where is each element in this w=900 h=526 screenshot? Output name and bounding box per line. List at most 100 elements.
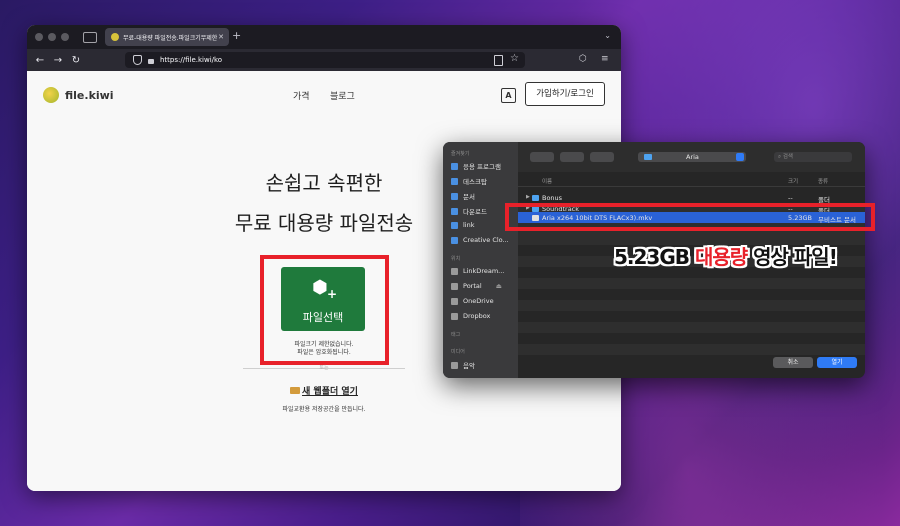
sidebar-item-dropbox[interactable]: Dropbox — [451, 312, 490, 320]
kiwi-favicon-icon — [111, 33, 119, 41]
select-file-button[interactable]: ⬢ + 파일선택 — [281, 267, 365, 331]
new-tab-icon[interactable]: + — [232, 29, 241, 42]
new-folder-note: 파일교환용 저장공간을 만듭니다. — [282, 406, 366, 413]
sidebar-section-favorites: 즐겨찾기 — [451, 151, 470, 157]
sidebar-item-onedrive[interactable]: OneDrive — [451, 297, 494, 305]
new-folder-label[interactable]: 새 웹폴더 열기 — [302, 387, 358, 397]
eject-icon[interactable]: ⏏ — [496, 282, 502, 290]
sidebar-item-downloads[interactable]: 다운로드 — [451, 206, 487, 216]
sidebar-section-tags: 태그 — [451, 332, 461, 338]
new-web-folder-link[interactable]: 새 웹폴더 열기 — [27, 384, 621, 397]
minimize-window-button[interactable] — [48, 33, 56, 41]
close-tab-icon[interactable]: ✕ — [218, 33, 224, 41]
sidebar-item-portal[interactable]: Portal ⏏ — [451, 282, 502, 290]
logo-text: file.kiwi — [65, 88, 114, 102]
reload-icon[interactable]: ↻ — [71, 55, 81, 66]
music-icon — [451, 361, 458, 369]
document-icon — [451, 192, 458, 200]
document-icon — [451, 236, 458, 244]
finder-sidebar: 즐겨찾기 응용 프로그램 데스크탑 문서 다운로드 link Creative … — [443, 142, 518, 378]
sidebar-item-label: 다운로드 — [463, 208, 487, 216]
path-popup[interactable]: Aria — [638, 152, 746, 162]
sidebar-item-creative-cloud[interactable]: Creative Clo... — [451, 236, 509, 244]
sidebar-item-music[interactable]: 음악 — [451, 360, 475, 370]
sidebar-item-label: 응용 프로그램 — [463, 163, 501, 171]
extensions-icon[interactable]: ⬡ — [579, 54, 587, 64]
search-placeholder: 검색 — [782, 154, 793, 160]
tab-title: 무료-대용량 파일전송.파일크기무제한 — [123, 34, 218, 42]
caption-size: 5.23GB — [614, 245, 695, 269]
shield-icon[interactable] — [133, 55, 142, 65]
sidebar-item-linkdream[interactable]: LinkDream... — [451, 267, 504, 275]
signup-login-button[interactable]: 가입하기/로그인 — [525, 82, 605, 106]
address-bar[interactable]: https://file.kiwi/ko ☆ — [125, 52, 525, 68]
back-arrow-icon[interactable]: ← — [35, 55, 45, 66]
cloud-icon — [451, 297, 458, 305]
download-icon — [451, 207, 458, 215]
sidebar-item-applications[interactable]: 응용 프로그램 — [451, 161, 501, 171]
sidebar-item-label: link — [463, 221, 475, 229]
search-icon: ⌕ — [778, 154, 782, 160]
back-forward-buttons[interactable] — [530, 152, 554, 162]
grid-view-button[interactable] — [590, 152, 614, 162]
zoom-window-button[interactable] — [61, 33, 69, 41]
menu-icon[interactable]: ≡ — [601, 54, 609, 64]
column-header: 이름 크기 종류 — [518, 174, 865, 187]
navigation-bar: ← → ↻ https://file.kiwi/ko ☆ ⬡ ≡ — [27, 49, 621, 71]
sidebar-section-locations: 위치 — [451, 256, 461, 262]
sidebar-item-label: Portal — [463, 282, 482, 290]
sidebar-item-label: Creative Clo... — [463, 236, 509, 244]
sidebar-item-label: Dropbox — [463, 312, 491, 320]
menu-blog-link[interactable]: 블로그 — [330, 89, 355, 102]
cancel-button[interactable]: 취소 — [773, 357, 813, 368]
sidebar-item-label: 데스크탑 — [463, 178, 487, 186]
desktop-icon — [451, 177, 458, 185]
tab-list-chevron-icon[interactable]: ⌄ — [604, 31, 611, 40]
menu-pricing-link[interactable]: 가격 — [293, 89, 310, 102]
bookmark-star-icon[interactable]: ☆ — [510, 53, 519, 64]
file-name: Bonus — [542, 194, 563, 202]
file-row-bonus[interactable]: ▶ Bonus -- 폴더 — [518, 192, 865, 204]
path-label: Aria — [686, 153, 699, 161]
folder-icon — [290, 387, 301, 394]
highlight-box — [505, 203, 875, 231]
browser-tab[interactable]: 무료-대용량 파일전송.파일크기무제한 ✕ — [105, 28, 229, 46]
search-input[interactable]: ⌕ 검색 — [774, 152, 852, 162]
window-controls[interactable] — [35, 33, 69, 41]
column-size[interactable]: 크기 — [788, 177, 798, 185]
reader-view-icon[interactable] — [494, 55, 503, 66]
disclosure-triangle-icon[interactable]: ▶ — [526, 194, 530, 200]
chevron-down-icon[interactable] — [736, 153, 744, 161]
column-kind[interactable]: 종류 — [818, 177, 828, 185]
sidebar-item-desktop[interactable]: 데스크탑 — [451, 176, 487, 186]
column-name[interactable]: 이름 — [542, 177, 552, 185]
plus-icon: + — [327, 287, 338, 301]
file-size: -- — [788, 194, 793, 202]
sidebar-item-label: 문서 — [463, 193, 475, 201]
annotation-caption: 5.23GB 대용량 영상 파일! — [614, 241, 838, 270]
caption-rest: 영상 파일! — [747, 245, 838, 269]
drive-icon — [451, 282, 458, 290]
sidebar-item-label: 음악 — [463, 362, 475, 370]
lock-icon[interactable] — [148, 58, 154, 64]
forward-arrow-icon[interactable]: → — [53, 55, 63, 66]
folder-icon — [644, 154, 652, 160]
select-file-label: 파일선택 — [302, 311, 344, 324]
translate-icon[interactable]: A — [501, 88, 516, 103]
site-logo[interactable]: file.kiwi — [43, 87, 114, 103]
close-window-button[interactable] — [35, 33, 43, 41]
apps-icon — [451, 162, 458, 170]
sidebar-item-label: OneDrive — [463, 297, 494, 305]
url-text[interactable]: https://file.kiwi/ko — [160, 56, 222, 64]
kiwi-logo-icon — [43, 87, 59, 103]
open-button[interactable]: 열기 — [817, 357, 857, 368]
tab-bar: 무료-대용량 파일전송.파일크기무제한 ✕ + ⌄ — [27, 25, 621, 49]
folder-icon — [532, 195, 539, 201]
sidebar-section-media: 미디어 — [451, 349, 465, 355]
sidebar-item-documents[interactable]: 문서 — [451, 191, 475, 201]
sidebar-item-label: LinkDream... — [463, 267, 505, 275]
tab-overview-icon[interactable] — [83, 31, 97, 43]
sidebar-item-link[interactable]: link — [451, 221, 475, 229]
list-view-button[interactable] — [560, 152, 584, 162]
finder-toolbar: Aria ⌕ 검색 — [518, 142, 865, 172]
